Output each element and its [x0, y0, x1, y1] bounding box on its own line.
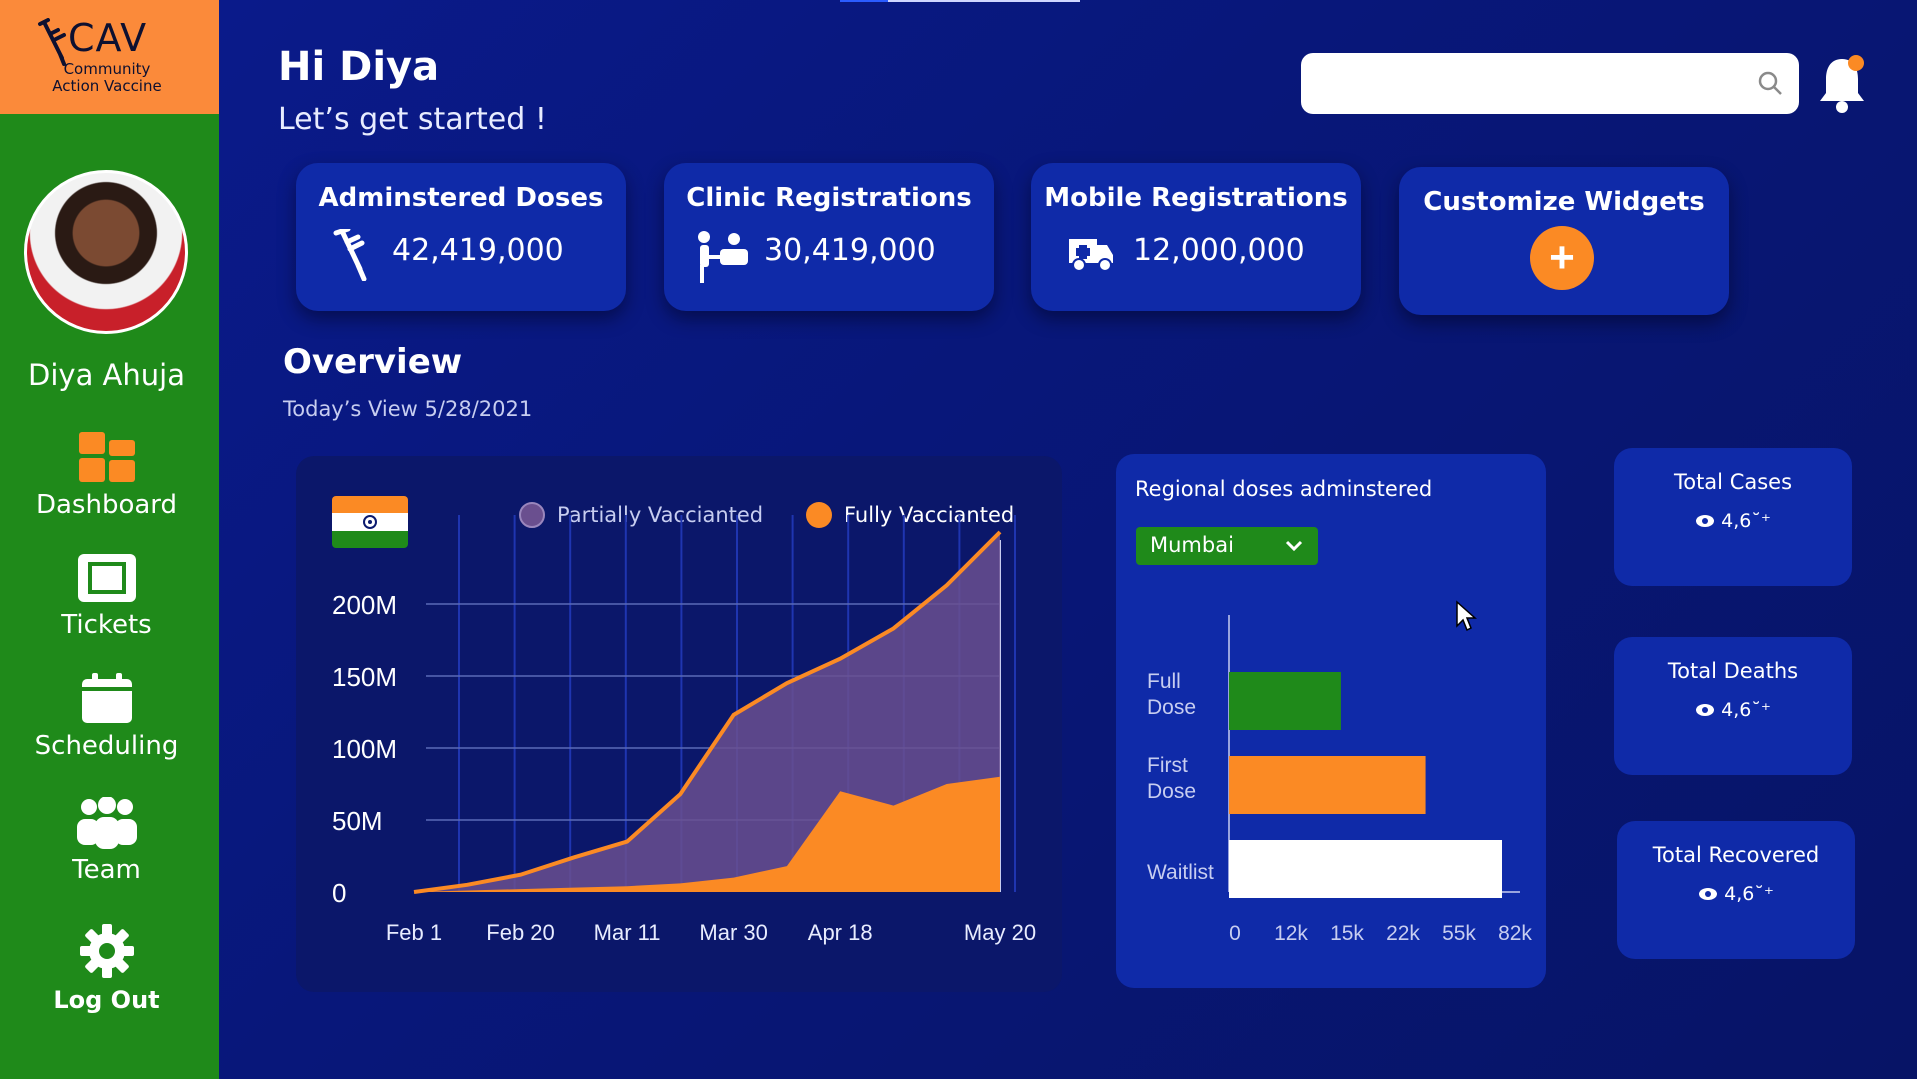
stat-title: Total Cases — [1673, 470, 1793, 494]
eye-icon[interactable] — [1695, 703, 1715, 717]
x-tick-label: 12k — [1274, 922, 1308, 945]
x-tick-label: 22k — [1386, 922, 1420, 945]
category-label: First — [1147, 754, 1188, 777]
total-deaths-card: Total Deaths 4,6˘⁺ — [1614, 637, 1852, 775]
category-label: Dose — [1147, 696, 1196, 719]
category-label: Waitlist — [1147, 861, 1214, 884]
total-cases-card: Total Cases 4,6˘⁺ — [1614, 448, 1852, 586]
eye-icon[interactable] — [1698, 887, 1718, 901]
mouse-cursor-icon — [1456, 600, 1477, 632]
stat-title: Total Recovered — [1652, 843, 1820, 867]
stat-value: 4,6˘⁺ — [1724, 883, 1774, 905]
category-label: Full — [1147, 670, 1181, 693]
bar — [1229, 672, 1341, 730]
x-tick-label: 82k — [1498, 922, 1532, 945]
bar — [1229, 840, 1502, 898]
x-tick-label: 15k — [1330, 922, 1364, 945]
x-tick-label: 0 — [1229, 922, 1241, 945]
bar — [1229, 756, 1426, 814]
stat-value: 4,6˘⁺ — [1721, 510, 1771, 532]
x-tick-label: 55k — [1442, 922, 1476, 945]
total-recovered-card: Total Recovered 4,6˘⁺ — [1617, 821, 1855, 959]
stat-value: 4,6˘⁺ — [1721, 699, 1771, 721]
category-label: Dose — [1147, 780, 1196, 803]
eye-icon[interactable] — [1695, 514, 1715, 528]
stat-title: Total Deaths — [1667, 659, 1799, 683]
